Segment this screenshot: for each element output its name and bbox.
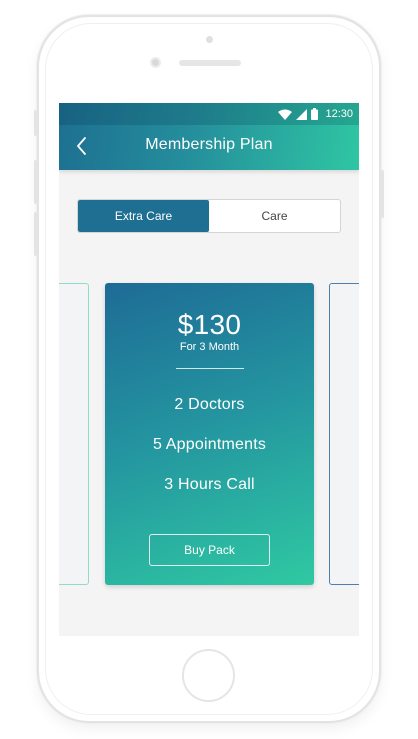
- battery-icon: [311, 108, 319, 120]
- plan-type-tabs: Extra Care Care: [77, 199, 341, 233]
- phone-side-button: [34, 160, 37, 204]
- phone-speaker: [179, 60, 241, 66]
- phone-camera: [150, 57, 161, 68]
- buy-pack-button[interactable]: Buy Pack: [149, 534, 270, 566]
- app-screen: 12:30 Membership Plan Extra Care Care $1…: [59, 103, 359, 636]
- status-icons: 12:30: [278, 107, 353, 121]
- tab-care[interactable]: Care: [209, 200, 340, 232]
- previous-plan-card[interactable]: [59, 283, 89, 585]
- plan-price: $130: [177, 309, 242, 340]
- phone-side-button: [34, 110, 37, 136]
- tab-extra-care[interactable]: Extra Care: [78, 200, 209, 232]
- page-title: Membership Plan: [145, 136, 273, 153]
- app-header: 12:30 Membership Plan: [59, 103, 359, 170]
- divider: [176, 368, 244, 369]
- plan-feature: 2 Doctors: [174, 396, 245, 413]
- plan-feature: 5 Appointments: [152, 436, 267, 453]
- phone-side-button: [34, 212, 37, 256]
- plan-card: $130 For 3 Month 2 Doctors 5 Appointment…: [105, 283, 314, 585]
- signal-icon: [296, 108, 308, 120]
- next-plan-card[interactable]: [329, 283, 359, 585]
- status-bar: 12:30: [59, 103, 359, 125]
- status-time: 12:30: [325, 108, 353, 120]
- plan-feature: 3 Hours Call: [164, 476, 255, 493]
- phone-power-button: [381, 170, 384, 218]
- plan-period: For 3 Month: [179, 341, 240, 353]
- phone-sensor: [206, 36, 213, 43]
- wifi-icon: [278, 109, 293, 120]
- phone-home-button[interactable]: [182, 649, 235, 702]
